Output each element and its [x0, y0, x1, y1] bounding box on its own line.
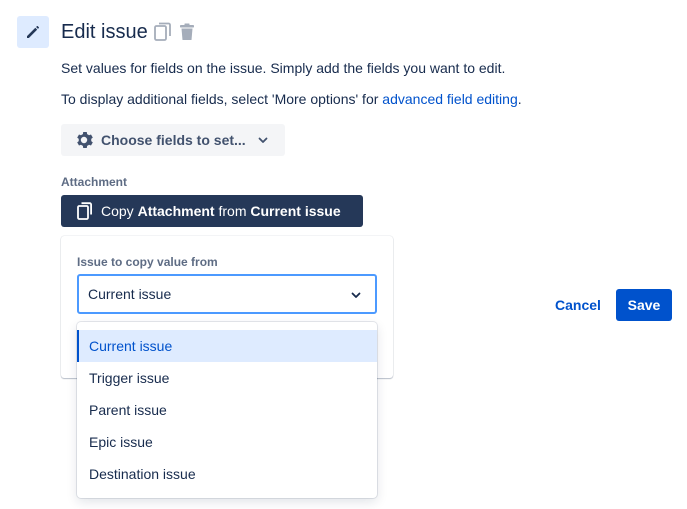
choose-fields-label: Choose fields to set... — [101, 132, 246, 148]
edit-issue-panel: Edit issue Set values for fields on the … — [0, 0, 687, 509]
dropdown-option-parent-issue[interactable]: Parent issue — [77, 394, 377, 426]
copy-attachment-button[interactable]: Copy Attachment from Current issue — [61, 195, 363, 227]
issue-source-select[interactable]: Current issue — [77, 274, 377, 314]
description-line-2: To display additional fields, select 'Mo… — [61, 89, 522, 109]
dropdown-option-current-issue[interactable]: Current issue — [77, 330, 377, 362]
issue-source-label: Issue to copy value from — [77, 255, 218, 269]
advanced-field-editing-link[interactable]: advanced field editing — [382, 91, 517, 107]
trash-icon[interactable] — [178, 23, 196, 41]
dropdown-option-epic-issue[interactable]: Epic issue — [77, 426, 377, 458]
description-text: To display additional fields, select 'Mo… — [61, 91, 383, 107]
copy-field-name: Attachment — [137, 203, 215, 219]
gear-icon — [77, 132, 93, 148]
copy-source-name: Current issue — [250, 203, 341, 219]
page-title: Edit issue — [61, 21, 148, 43]
dropdown-option-destination-issue[interactable]: Destination issue — [77, 458, 377, 490]
chevron-down-icon — [258, 137, 268, 143]
pencil-icon — [17, 16, 49, 48]
description-line-1: Set values for fields on the issue. Simp… — [61, 60, 506, 76]
chevron-down-icon — [351, 292, 361, 298]
description-suffix: . — [517, 91, 522, 107]
copy-icon — [77, 202, 92, 220]
dropdown-option-trigger-issue[interactable]: Trigger issue — [77, 362, 377, 394]
copy-icon[interactable] — [154, 22, 172, 42]
choose-fields-button[interactable]: Choose fields to set... — [61, 124, 285, 156]
issue-source-value: Current issue — [88, 286, 172, 302]
save-button[interactable]: Save — [616, 289, 672, 321]
cancel-button[interactable]: Cancel — [548, 289, 608, 321]
attachment-field-label: Attachment — [61, 175, 128, 189]
copy-prefix: Copy — [101, 203, 138, 219]
issue-source-dropdown-menu: Current issue Trigger issue Parent issue… — [77, 322, 377, 498]
copy-middle: from — [214, 203, 251, 219]
